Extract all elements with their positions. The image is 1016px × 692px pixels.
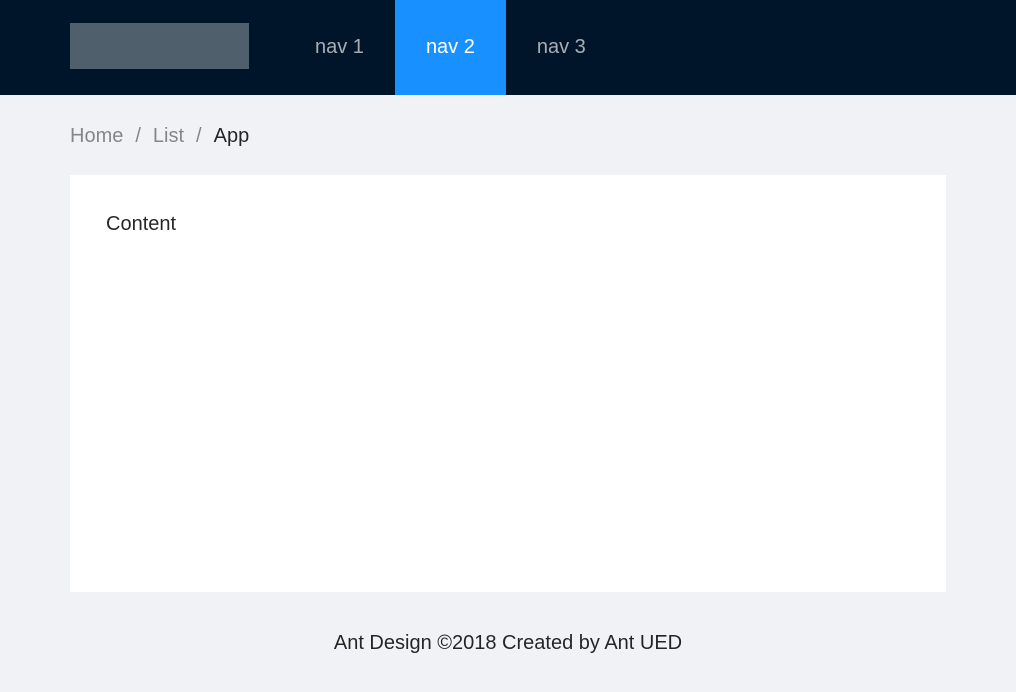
content-text: Content bbox=[106, 213, 177, 235]
content-wrapper: Home / List / App Content bbox=[0, 95, 1016, 592]
content-panel: Content bbox=[70, 175, 946, 592]
breadcrumb-separator: / bbox=[135, 125, 141, 147]
top-nav-menu: nav 1 nav 2 nav 3 bbox=[284, 0, 617, 95]
breadcrumb-app: App bbox=[213, 125, 250, 147]
breadcrumb-separator: / bbox=[196, 125, 202, 147]
breadcrumb-home[interactable]: Home bbox=[70, 125, 123, 147]
nav-item-2[interactable]: nav 2 bbox=[394, 0, 506, 95]
nav-item-3[interactable]: nav 3 bbox=[506, 0, 617, 95]
nav-item-1[interactable]: nav 1 bbox=[284, 0, 395, 95]
breadcrumb-list[interactable]: List bbox=[153, 125, 184, 147]
top-header: nav 1 nav 2 nav 3 bbox=[0, 0, 1016, 95]
breadcrumb: Home / List / App bbox=[70, 95, 946, 175]
logo-placeholder bbox=[70, 23, 249, 69]
footer-text: Ant Design ©2018 Created by Ant UED bbox=[333, 632, 683, 654]
